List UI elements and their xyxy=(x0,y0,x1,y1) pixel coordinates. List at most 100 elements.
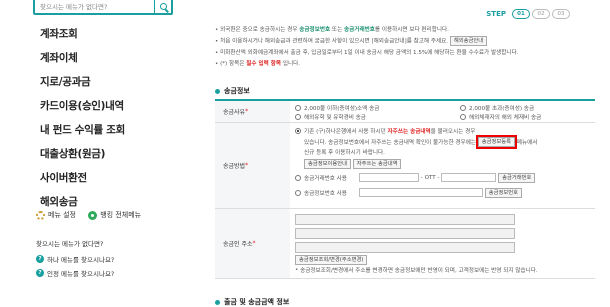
step-1: 01 xyxy=(512,9,530,19)
section-remit-info-title: 송금정보 xyxy=(215,86,250,96)
notice-list: • 외국환은 중으로 송금하시는 경우 송금정보번호 또는 송금거래번호를 이용… xyxy=(215,25,595,70)
info-no-input[interactable] xyxy=(359,188,483,197)
help-link-2[interactable]: ? 인정 메뉴를 찾으시나요? xyxy=(36,268,114,278)
reason-option-4[interactable]: 해외체재자의 해외 체재비 송금 xyxy=(460,113,541,121)
section-withdraw-title: 출금 및 송금금액 정보 xyxy=(215,297,289,307)
sidebar-item-cyber-exchange[interactable]: 사이버환전 xyxy=(40,166,125,190)
method-label-text: 송금방법 xyxy=(223,163,246,170)
ott-input[interactable] xyxy=(441,173,497,182)
reason-option-1-label: 2,000불 이하(증여성)소액 송금 xyxy=(304,105,380,112)
search-button[interactable] xyxy=(154,0,171,13)
reason-row: 송금사유 * 2,000불 이하(증여성)소액 송금 2,000불 초과(증여성) … xyxy=(215,101,595,123)
method-label: 송금방법 * xyxy=(215,123,290,208)
all-menu-label: 뱅킹 전체메뉴 xyxy=(100,211,142,219)
step-3: 03 xyxy=(552,9,570,19)
section-withdraw-label: 출금 및 송금금액 정보 xyxy=(224,298,290,306)
help-link-1[interactable]: ? 하나 메뉴를 찾으시나요? xyxy=(36,254,114,264)
trade-no-button[interactable]: 송금거래번호 xyxy=(498,172,536,183)
notice-1-or: 또는 xyxy=(331,27,343,33)
freq-remit-button[interactable]: 자주쓰는 송금내역 xyxy=(352,158,402,169)
help-title: 찾으시는 메뉴가 없다면? xyxy=(36,240,104,248)
question-icon: ? xyxy=(36,255,44,263)
notice-4: • (*) 항목은 필수 입력 항목 입니다. xyxy=(215,60,301,67)
sidebar-item-fund-return[interactable]: 내 펀드 수익률 조회 xyxy=(40,118,125,142)
sidebar-item-loan-repayment[interactable]: 대출상환(원금) xyxy=(40,142,125,166)
reason-option-3-label: 해외유학 및 유학경비 송금 xyxy=(304,114,366,121)
trade-no-option-label: 송금거래번호 사용 xyxy=(304,175,347,182)
notice-2: • 처음 이용하시거나 해외송금과 관련하여 궁금한 사항이 있으시면 [해외송… xyxy=(215,36,595,48)
method-note-d: 있습니다. 송금정보번호에서 자주쓰는 송금내역 확인이 불가능한 경우에는 xyxy=(304,139,476,146)
sidebar-item-account-inquiry[interactable]: 계좌조회 xyxy=(40,22,125,46)
step-indicator: STEP 01 02 03 xyxy=(486,9,570,19)
notice-4-tail: 입니다. xyxy=(282,60,301,67)
step-label: STEP xyxy=(486,10,506,18)
notice-3-text: 미화환산액 외화예금계좌에서 출금 후, 입금일로부터 1일 이내 송금시 해당… xyxy=(220,49,519,56)
method-note-e: 메뉴에서 xyxy=(516,139,538,146)
sidebar-item-card-usage[interactable]: 카드이용(승인)내역 xyxy=(40,94,125,118)
bullet-icon xyxy=(215,299,220,305)
method-note-c: 을 불러오시는 경우 xyxy=(430,129,476,135)
radio-icon xyxy=(295,113,301,120)
all-menu-icon xyxy=(88,210,98,220)
section-remit-info-label: 송금정보 xyxy=(224,87,250,95)
search-input[interactable]: 찾으시는 메뉴가 없다면? xyxy=(40,1,107,11)
help-link-1-label: 하나 메뉴를 찾으시나요? xyxy=(47,256,115,264)
radio-icon[interactable] xyxy=(295,189,301,196)
all-menu-link[interactable]: 뱅킹 전체메뉴 xyxy=(88,210,141,220)
reason-option-2[interactable]: 2,000불 초과(증여성) 송금 xyxy=(460,104,534,112)
notice-1-tail: 를 이용하시면 보다 편리합니다. xyxy=(374,27,449,33)
address-label: 송금인 주소 * xyxy=(215,209,290,278)
radio-icon xyxy=(295,104,301,111)
address-note: 송금정보조회/변경에서 주소를 변경하면 송금정보에만 반영이 되며, 고객정보… xyxy=(300,268,538,274)
reason-option-4-label: 해외체재자의 해외 체재비 송금 xyxy=(469,114,542,121)
method-note-f: 신규 등록 후 이용하시기 바랍니다. xyxy=(304,150,385,156)
sidebar: 찾으시는 메뉴가 없다면? 계좌조회 계좌이체 지로/공과금 카드이용(승인)내… xyxy=(0,0,192,307)
sidebar-item-giro[interactable]: 지로/공과금 xyxy=(40,70,125,94)
remit-info-register-button[interactable]: 송금정보등록 xyxy=(475,134,518,149)
notice-2-text: 처음 이용하시거나 해외송금과 관련하여 궁금한 사항이 있으시면 [해외송금안… xyxy=(220,38,449,45)
notice-1: • 외국환은 중으로 송금하시는 경우 송금정보번호 또는 송금거래번호를 이용… xyxy=(215,27,449,33)
radio-icon xyxy=(460,113,466,120)
remit-info-guide-button[interactable]: 송금정보이용안내 xyxy=(304,158,351,169)
notice-3: • 미화환산액 외화예금계좌에서 출금 후, 입금일로부터 1일 이내 송금시 … xyxy=(215,49,519,56)
remit-info-no-highlight: 송금정보번호 xyxy=(299,27,331,33)
reason-option-3[interactable]: 해외유학 및 유학경비 송금 xyxy=(295,113,460,121)
gear-icon xyxy=(36,210,45,220)
menu-search-box[interactable]: 찾으시는 메뉴가 없다면? xyxy=(33,0,173,15)
remit-info-form: 송금사유 * 2,000불 이하(증여성)소액 송금 2,000불 초과(증여성) … xyxy=(215,99,595,279)
address-line-1[interactable] xyxy=(295,213,515,225)
info-no-button[interactable]: 송금정보번호 xyxy=(484,187,523,198)
ott-label: - OTT - xyxy=(420,174,440,181)
reason-option-1[interactable]: 2,000불 이하(증여성)소액 송금 xyxy=(295,104,460,112)
search-icon xyxy=(159,3,167,10)
method-option-freq[interactable]: 기존 (구)하나은행에서 사용 하시던 자주쓰는 송금내역 을 불러오시는 경우 xyxy=(295,126,590,136)
radio-icon xyxy=(460,104,466,111)
notice-4-text: (*) 항목은 xyxy=(220,60,245,67)
reason-label: 송금사유 * xyxy=(215,101,290,122)
sidebar-links: 메뉴 설정 뱅킹 전체메뉴 xyxy=(36,210,151,222)
notice-1-text: 외국환은 중으로 송금하시는 경우 xyxy=(220,27,298,33)
trade-no-input[interactable] xyxy=(359,173,419,182)
address-line-3[interactable] xyxy=(295,241,515,253)
bullet-icon xyxy=(215,88,220,94)
sidebar-item-transfer[interactable]: 계좌이체 xyxy=(40,46,125,70)
help-box: 찾으시는 메뉴가 없다면? ? 하나 메뉴를 찾으시나요? ? 인정 메뉴를 찾으시… xyxy=(36,238,114,282)
method-row: 송금방법 * 기존 (구)하나은행에서 사용 하시던 자주쓰는 송금내역 을 불러오… xyxy=(215,123,595,209)
method-note-a: 기존 (구)하나은행에서 사용 하시던 xyxy=(304,129,386,135)
menu-settings-label: 메뉴 설정 xyxy=(48,211,76,219)
menu-settings-link[interactable]: 메뉴 설정 xyxy=(36,210,76,220)
help-link-2-label: 인정 메뉴를 찾으시나요? xyxy=(47,270,115,278)
required-highlight: 필수 입력 항목 xyxy=(246,60,282,67)
address-row: 송금인 주소 * 송금정보조회/변경(주소변경) • 송금정보조회/변경에서 주소… xyxy=(215,209,595,279)
freq-remit-highlight: 자주쓰는 송금내역 xyxy=(387,129,431,135)
main-content: STEP 01 02 03 • 외국환은 중으로 송금하시는 경우 송금정보번호… xyxy=(215,0,610,307)
address-change-button[interactable]: 송금정보조회/변경(주소변경) xyxy=(295,254,368,265)
overseas-remit-guide-button[interactable]: 해외송금안내 xyxy=(449,36,488,46)
radio-icon xyxy=(295,128,301,134)
step-2: 02 xyxy=(532,9,550,19)
radio-icon[interactable] xyxy=(295,174,301,181)
address-label-text: 송금인 주소 xyxy=(223,241,253,248)
address-line-2[interactable] xyxy=(295,227,515,239)
sidebar-menu: 계좌조회 계좌이체 지로/공과금 카드이용(승인)내역 내 펀드 수익률 조회 … xyxy=(40,22,125,214)
reason-label-text: 송금사유 xyxy=(223,109,246,116)
